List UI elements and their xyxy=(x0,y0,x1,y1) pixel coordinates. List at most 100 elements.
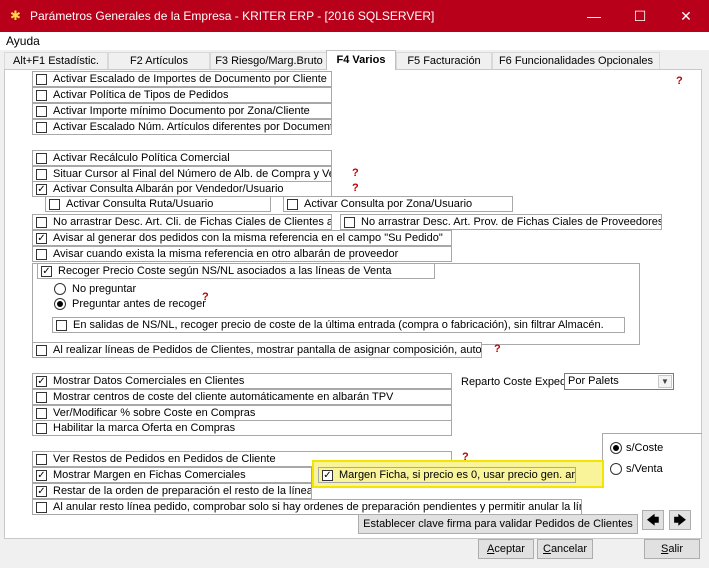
option-label: Mostrar Datos Comerciales en Clientes xyxy=(53,375,245,387)
radio-label: s/Venta xyxy=(626,463,663,475)
prev-arrow-button[interactable]: 🡄 xyxy=(642,510,664,530)
checkbox[interactable] xyxy=(36,454,47,465)
maximize-button[interactable]: ☐ xyxy=(617,0,663,32)
option-row[interactable]: Activar Consulta por Zona/Usuario xyxy=(283,196,513,212)
option-row[interactable]: ✓ Avisar al generar dos pedidos con la mi… xyxy=(32,230,452,246)
option-row[interactable]: Activar Importe mínimo Documento por Zon… xyxy=(32,103,332,119)
radio-dot xyxy=(57,301,63,307)
option-row[interactable]: Mostrar centros de coste del cliente aut… xyxy=(32,389,452,405)
checkbox[interactable] xyxy=(36,249,47,260)
option-row[interactable]: No arrastrar Desc. Art. Cli. de Fichas C… xyxy=(32,214,332,230)
checkbox[interactable]: ✓ xyxy=(36,233,47,244)
option-row[interactable]: Activar Escalado de Importes de Document… xyxy=(32,71,332,87)
accelerator: C xyxy=(542,543,551,555)
checkbox[interactable]: ✓ xyxy=(36,470,47,481)
checkbox[interactable]: ✓ xyxy=(36,376,47,387)
radio-label: No preguntar xyxy=(72,283,137,295)
option-label: En salidas de NS/NL, recoger precio de c… xyxy=(73,319,604,331)
reparto-value: Por Palets xyxy=(568,375,619,387)
radio-preguntar[interactable] xyxy=(54,298,66,310)
help-icon[interactable]: ? xyxy=(352,167,359,179)
option-row[interactable]: ✓ Mostrar Margen en Fichas Comerciales xyxy=(32,467,312,483)
option-label: Avisar cuando exista la misma referencia… xyxy=(53,248,399,260)
help-icon[interactable]: ? xyxy=(676,75,683,87)
checkbox[interactable] xyxy=(36,502,47,513)
option-row[interactable]: ✓ Activar Consulta Albarán por Vendedor/U… xyxy=(32,181,332,197)
help-icon[interactable]: ? xyxy=(202,291,209,303)
title-bar: ✱ Parámetros Generales de la Empresa - K… xyxy=(0,0,709,32)
close-button[interactable]: ✕ xyxy=(663,0,709,32)
option-label: Activar Consulta Albarán por Vendedor/Us… xyxy=(53,183,284,195)
option-row[interactable]: Ver/Modificar % sobre Coste en Compras xyxy=(32,405,452,421)
option-label: Recoger Precio Coste según NS/NL asociad… xyxy=(58,265,392,277)
next-arrow-button[interactable]: 🡆 xyxy=(669,510,691,530)
tab-articulos[interactable]: F2 Artículos xyxy=(108,52,210,69)
tab-riesgo[interactable]: F3 Riesgo/Marg.Bruto xyxy=(210,52,328,69)
radio-label: s/Coste xyxy=(626,442,664,454)
option-label: Activar Escalado de Importes de Document… xyxy=(53,73,327,85)
option-label: Avisar al generar dos pedidos con la mis… xyxy=(53,232,443,244)
checkbox[interactable]: ✓ xyxy=(36,486,47,497)
option-label: Restar de la orden de preparación el res… xyxy=(53,485,312,497)
checkbox[interactable] xyxy=(36,408,47,419)
option-label: Habilitar la marca Oferta en Compras xyxy=(53,422,236,434)
option-row[interactable]: Activar Consulta Ruta/Usuario xyxy=(45,196,271,212)
checkbox[interactable] xyxy=(36,106,47,117)
chevron-down-icon[interactable]: ▼ xyxy=(658,375,672,388)
checkbox[interactable] xyxy=(36,90,47,101)
option-row[interactable]: Activar Escalado Núm. Artículos diferent… xyxy=(32,119,332,135)
checkbox[interactable] xyxy=(36,345,47,356)
radio-s-venta[interactable] xyxy=(610,463,622,475)
option-label: Activar Consulta Ruta/Usuario xyxy=(66,198,214,210)
salir-button[interactable]: Salir xyxy=(644,539,700,559)
option-row[interactable]: En salidas de NS/NL, recoger precio de c… xyxy=(52,317,625,333)
menu-bar: Ayuda xyxy=(0,32,709,50)
checkbox[interactable] xyxy=(36,423,47,434)
option-row[interactable]: ✓ Mostrar Datos Comerciales en Clientes xyxy=(32,373,452,389)
option-label: No arrastrar Desc. Art. Prov. de Fichas … xyxy=(361,216,662,228)
option-row[interactable]: No arrastrar Desc. Art. Prov. de Fichas … xyxy=(340,214,662,230)
checkbox[interactable]: ✓ xyxy=(41,266,52,277)
checkbox[interactable] xyxy=(36,153,47,164)
checkbox[interactable]: ✓ xyxy=(322,470,333,481)
clave-firma-button[interactable]: Establecer clave firma para validar Pedi… xyxy=(358,514,638,534)
help-icon[interactable]: ? xyxy=(494,343,501,355)
tab-estadisticas[interactable]: Alt+F1 Estadístic. xyxy=(4,52,108,69)
reparto-select[interactable]: Por Palets ▼ xyxy=(564,373,674,390)
option-row[interactable]: Habilitar la marca Oferta en Compras xyxy=(32,420,452,436)
option-label: Margen Ficha, si precio es 0, usar preci… xyxy=(339,469,576,481)
option-row[interactable]: Avisar cuando exista la misma referencia… xyxy=(32,246,452,262)
option-label: No arrastrar Desc. Art. Cli. de Fichas C… xyxy=(53,216,331,228)
option-row[interactable]: Activar Recálculo Política Comercial xyxy=(32,150,332,166)
checkbox[interactable] xyxy=(287,199,298,210)
checkbox[interactable] xyxy=(36,122,47,133)
checkbox[interactable] xyxy=(344,217,355,228)
option-row[interactable]: Activar Política de Tipos de Pedidos xyxy=(32,87,332,103)
checkbox[interactable] xyxy=(36,74,47,85)
help-icon[interactable]: ? xyxy=(352,182,359,194)
option-label: Activar Escalado Núm. Artículos diferent… xyxy=(53,121,332,133)
option-label: Ver/Modificar % sobre Coste en Compras xyxy=(53,407,256,419)
tab-varios[interactable]: F4 Varios xyxy=(326,50,396,70)
tab-strip: Alt+F1 Estadístic. F2 Artículos F3 Riesg… xyxy=(4,50,704,70)
checkbox[interactable] xyxy=(36,217,47,228)
aceptar-button[interactable]: Aceptar xyxy=(478,539,534,559)
option-row[interactable]: Situar Cursor al Final del Número de Alb… xyxy=(32,166,332,182)
radio-s-coste[interactable] xyxy=(610,442,622,454)
tab-facturacion[interactable]: F5 Facturación xyxy=(396,52,492,69)
cancelar-button[interactable]: Cancelar xyxy=(537,539,593,559)
option-row[interactable]: ✓ Restar de la orden de preparación el re… xyxy=(32,483,312,499)
checkbox[interactable] xyxy=(36,169,47,180)
checkbox[interactable]: ✓ xyxy=(36,184,47,195)
minimize-button[interactable]: — xyxy=(571,0,617,32)
checkbox[interactable] xyxy=(36,392,47,403)
option-row[interactable]: ✓ Recoger Precio Coste según NS/NL asocia… xyxy=(37,263,435,279)
tab-funcionalidades[interactable]: F6 Funcionalidades Opcionales xyxy=(492,52,660,69)
option-row[interactable]: ✓ Margen Ficha, si precio es 0, usar prec… xyxy=(318,467,576,483)
option-row[interactable]: Al realizar líneas de Pedidos de Cliente… xyxy=(32,342,482,358)
option-row[interactable]: Al anular resto línea pedido, comprobar … xyxy=(32,499,582,515)
checkbox[interactable] xyxy=(56,320,67,331)
menu-ayuda[interactable]: Ayuda xyxy=(6,34,40,48)
checkbox[interactable] xyxy=(49,199,60,210)
radio-no-preguntar[interactable] xyxy=(54,283,66,295)
